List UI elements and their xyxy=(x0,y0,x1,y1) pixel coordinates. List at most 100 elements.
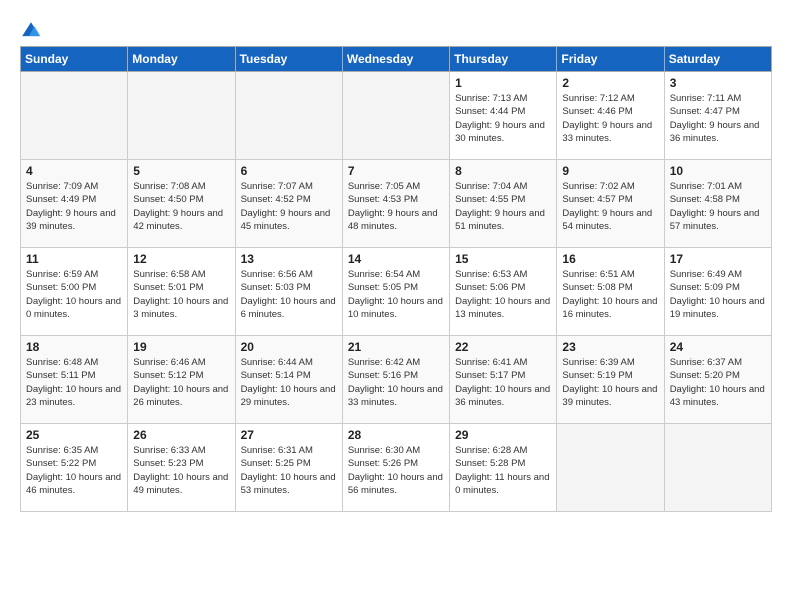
day-info: Sunrise: 7:12 AM Sunset: 4:46 PM Dayligh… xyxy=(562,92,658,145)
calendar-cell: 12 Sunrise: 6:58 AM Sunset: 5:01 PM Dayli… xyxy=(128,248,235,336)
day-number: 25 xyxy=(26,428,122,442)
calendar-cell: 17 Sunrise: 6:49 AM Sunset: 5:09 PM Dayli… xyxy=(664,248,771,336)
calendar-cell: 1 Sunrise: 7:13 AM Sunset: 4:44 PM Daylig… xyxy=(450,72,557,160)
day-info: Sunrise: 6:49 AM Sunset: 5:09 PM Dayligh… xyxy=(670,268,766,321)
day-info: Sunrise: 6:37 AM Sunset: 5:20 PM Dayligh… xyxy=(670,356,766,409)
calendar-cell: 22 Sunrise: 6:41 AM Sunset: 5:17 PM Dayli… xyxy=(450,336,557,424)
day-number: 1 xyxy=(455,76,551,90)
calendar-cell: 21Sunrise: 6:42 AM Sunset: 5:16 PM Dayli… xyxy=(342,336,449,424)
day-number: 15 xyxy=(455,252,551,266)
day-number: 3 xyxy=(670,76,766,90)
day-info: Sunrise: 6:46 AM Sunset: 5:12 PM Dayligh… xyxy=(133,356,229,409)
day-info: Sunrise: 7:08 AM Sunset: 4:50 PM Dayligh… xyxy=(133,180,229,233)
calendar-cell xyxy=(664,424,771,512)
calendar-week-row: 4 Sunrise: 7:09 AM Sunset: 4:49 PM Daylig… xyxy=(21,160,772,248)
day-number: 26 xyxy=(133,428,229,442)
day-number: 5 xyxy=(133,164,229,178)
day-number: 19 xyxy=(133,340,229,354)
calendar-cell: 29 Sunrise: 6:28 AM Sunset: 5:28 PM Dayli… xyxy=(450,424,557,512)
calendar-cell: 16 Sunrise: 6:51 AM Sunset: 5:08 PM Dayli… xyxy=(557,248,664,336)
day-number: 21 xyxy=(348,340,444,354)
day-number: 28 xyxy=(348,428,444,442)
day-number: 16 xyxy=(562,252,658,266)
day-info: Sunrise: 7:07 AM Sunset: 4:52 PM Dayligh… xyxy=(241,180,337,233)
weekday-header-monday: Monday xyxy=(128,47,235,72)
day-info: Sunrise: 6:58 AM Sunset: 5:01 PM Dayligh… xyxy=(133,268,229,321)
day-info: Sunrise: 7:13 AM Sunset: 4:44 PM Dayligh… xyxy=(455,92,551,145)
calendar-cell xyxy=(342,72,449,160)
day-number: 20 xyxy=(241,340,337,354)
day-info: Sunrise: 6:41 AM Sunset: 5:17 PM Dayligh… xyxy=(455,356,551,409)
calendar-week-row: 18 Sunrise: 6:48 AM Sunset: 5:11 PM Dayli… xyxy=(21,336,772,424)
calendar-cell: 24 Sunrise: 6:37 AM Sunset: 5:20 PM Dayli… xyxy=(664,336,771,424)
weekday-header-friday: Friday xyxy=(557,47,664,72)
day-number: 10 xyxy=(670,164,766,178)
calendar-cell: 7 Sunrise: 7:05 AM Sunset: 4:53 PM Daylig… xyxy=(342,160,449,248)
day-info: Sunrise: 6:51 AM Sunset: 5:08 PM Dayligh… xyxy=(562,268,658,321)
weekday-header-wednesday: Wednesday xyxy=(342,47,449,72)
weekday-header-saturday: Saturday xyxy=(664,47,771,72)
calendar-cell: 23 Sunrise: 6:39 AM Sunset: 5:19 PM Dayli… xyxy=(557,336,664,424)
day-info: Sunrise: 6:39 AM Sunset: 5:19 PM Dayligh… xyxy=(562,356,658,409)
day-info: Sunrise: 7:11 AM Sunset: 4:47 PM Dayligh… xyxy=(670,92,766,145)
calendar-cell: 11 Sunrise: 6:59 AM Sunset: 5:00 PM Dayli… xyxy=(21,248,128,336)
calendar-cell: 20 Sunrise: 6:44 AM Sunset: 5:14 PM Dayli… xyxy=(235,336,342,424)
day-info: Sunrise: 6:48 AM Sunset: 5:11 PM Dayligh… xyxy=(26,356,122,409)
day-info: Sunrise: 6:30 AM Sunset: 5:26 PM Dayligh… xyxy=(348,444,444,497)
calendar-cell: 14Sunrise: 6:54 AM Sunset: 5:05 PM Dayli… xyxy=(342,248,449,336)
calendar-cell: 18 Sunrise: 6:48 AM Sunset: 5:11 PM Dayli… xyxy=(21,336,128,424)
day-number: 9 xyxy=(562,164,658,178)
day-info: Sunrise: 6:56 AM Sunset: 5:03 PM Dayligh… xyxy=(241,268,337,321)
calendar-week-row: 11 Sunrise: 6:59 AM Sunset: 5:00 PM Dayli… xyxy=(21,248,772,336)
weekday-header-sunday: Sunday xyxy=(21,47,128,72)
day-number: 17 xyxy=(670,252,766,266)
weekday-header-tuesday: Tuesday xyxy=(235,47,342,72)
day-number: 4 xyxy=(26,164,122,178)
calendar-cell xyxy=(21,72,128,160)
calendar-cell xyxy=(128,72,235,160)
day-number: 29 xyxy=(455,428,551,442)
calendar-cell: 13 Sunrise: 6:56 AM Sunset: 5:03 PM Dayli… xyxy=(235,248,342,336)
day-number: 18 xyxy=(26,340,122,354)
calendar-table: SundayMondayTuesdayWednesdayThursdayFrid… xyxy=(20,46,772,512)
calendar-cell: 19 Sunrise: 6:46 AM Sunset: 5:12 PM Dayli… xyxy=(128,336,235,424)
day-number: 7 xyxy=(348,164,444,178)
calendar-cell: 3 Sunrise: 7:11 AM Sunset: 4:47 PM Daylig… xyxy=(664,72,771,160)
day-number: 23 xyxy=(562,340,658,354)
calendar-cell: 15 Sunrise: 6:53 AM Sunset: 5:06 PM Dayli… xyxy=(450,248,557,336)
day-number: 24 xyxy=(670,340,766,354)
day-info: Sunrise: 6:33 AM Sunset: 5:23 PM Dayligh… xyxy=(133,444,229,497)
calendar-cell xyxy=(235,72,342,160)
day-number: 22 xyxy=(455,340,551,354)
day-info: Sunrise: 6:54 AM Sunset: 5:05 PM Dayligh… xyxy=(348,268,444,321)
day-info: Sunrise: 6:44 AM Sunset: 5:14 PM Dayligh… xyxy=(241,356,337,409)
calendar-week-row: 25 Sunrise: 6:35 AM Sunset: 5:22 PM Dayli… xyxy=(21,424,772,512)
weekday-header-row: SundayMondayTuesdayWednesdayThursdayFrid… xyxy=(21,47,772,72)
day-number: 12 xyxy=(133,252,229,266)
calendar-cell: 10 Sunrise: 7:01 AM Sunset: 4:58 PM Dayli… xyxy=(664,160,771,248)
day-info: Sunrise: 6:59 AM Sunset: 5:00 PM Dayligh… xyxy=(26,268,122,321)
day-info: Sunrise: 7:01 AM Sunset: 4:58 PM Dayligh… xyxy=(670,180,766,233)
day-number: 13 xyxy=(241,252,337,266)
calendar-cell: 9 Sunrise: 7:02 AM Sunset: 4:57 PM Daylig… xyxy=(557,160,664,248)
calendar-cell: 8Sunrise: 7:04 AM Sunset: 4:55 PM Daylig… xyxy=(450,160,557,248)
calendar-week-row: 1 Sunrise: 7:13 AM Sunset: 4:44 PM Daylig… xyxy=(21,72,772,160)
day-number: 11 xyxy=(26,252,122,266)
day-info: Sunrise: 7:02 AM Sunset: 4:57 PM Dayligh… xyxy=(562,180,658,233)
day-info: Sunrise: 6:35 AM Sunset: 5:22 PM Dayligh… xyxy=(26,444,122,497)
day-info: Sunrise: 7:05 AM Sunset: 4:53 PM Dayligh… xyxy=(348,180,444,233)
day-info: Sunrise: 7:09 AM Sunset: 4:49 PM Dayligh… xyxy=(26,180,122,233)
calendar-cell: 26 Sunrise: 6:33 AM Sunset: 5:23 PM Dayli… xyxy=(128,424,235,512)
day-number: 2 xyxy=(562,76,658,90)
weekday-header-thursday: Thursday xyxy=(450,47,557,72)
logo-icon xyxy=(20,20,42,42)
page-header xyxy=(20,16,772,42)
calendar-cell: 6 Sunrise: 7:07 AM Sunset: 4:52 PM Daylig… xyxy=(235,160,342,248)
day-number: 6 xyxy=(241,164,337,178)
day-info: Sunrise: 6:28 AM Sunset: 5:28 PM Dayligh… xyxy=(455,444,551,497)
calendar-cell: 5 Sunrise: 7:08 AM Sunset: 4:50 PM Daylig… xyxy=(128,160,235,248)
calendar-cell: 4 Sunrise: 7:09 AM Sunset: 4:49 PM Daylig… xyxy=(21,160,128,248)
day-info: Sunrise: 6:31 AM Sunset: 5:25 PM Dayligh… xyxy=(241,444,337,497)
day-info: Sunrise: 6:53 AM Sunset: 5:06 PM Dayligh… xyxy=(455,268,551,321)
day-number: 27 xyxy=(241,428,337,442)
